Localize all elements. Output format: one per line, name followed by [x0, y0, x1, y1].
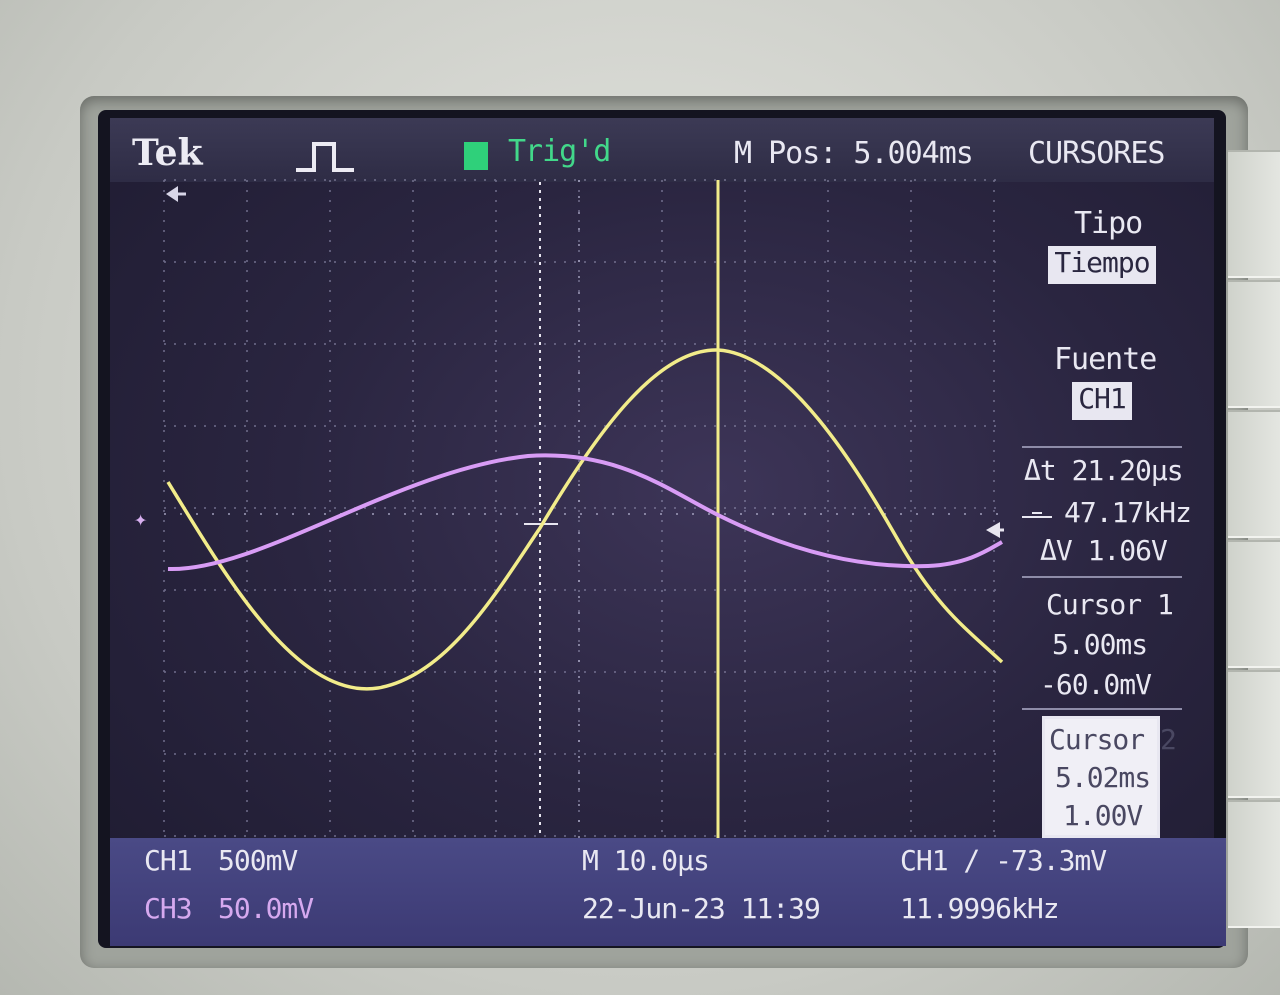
- trigger-frequency: 11.9996kHz: [900, 892, 1060, 925]
- ch1-trace: [166, 348, 1004, 691]
- ch1-scale: 500mV: [218, 844, 298, 877]
- cursor-1-time: 5.00ms: [1052, 628, 1148, 661]
- cursor-1-label: Cursor 1: [1046, 588, 1174, 621]
- menu-divider-3: [1022, 708, 1182, 710]
- side-button-3[interactable]: [1228, 410, 1280, 538]
- side-menu-buttons: [1228, 150, 1280, 980]
- fuente-value-button[interactable]: CH1: [1072, 382, 1132, 420]
- cursor-2-panel[interactable]: Cursor 2 5.02ms 1.00V: [1042, 716, 1177, 838]
- trigger-info: CH1 ∕ -73.3mV: [900, 844, 1107, 877]
- inverse-delta-t-icon: [1020, 502, 1054, 530]
- ch1-label: CH1: [144, 844, 193, 877]
- ch3-label: CH3: [144, 892, 193, 925]
- ch3-scale: 50.0mV: [218, 892, 314, 925]
- menu-title: CURSORES: [1028, 136, 1165, 171]
- datetime: 22-Jun-23 11:39: [582, 892, 821, 925]
- tipo-value-button[interactable]: Tiempo: [1048, 246, 1156, 284]
- delta-t-readout: Δt 21.20µs: [1024, 454, 1184, 487]
- fuente-label: Fuente: [1054, 342, 1157, 377]
- graticule: [163, 179, 998, 840]
- menu-divider-1: [1022, 446, 1182, 448]
- cursor-2-time: 5.02ms: [1055, 761, 1151, 794]
- side-button-6[interactable]: [1228, 800, 1280, 928]
- cursor-2-voltage: 1.00V: [1063, 799, 1143, 832]
- scope-screen: ✦ Tek Trig'd M Pos: 5.004ms CURSORES Tip…: [98, 110, 1226, 948]
- tipo-label: Tipo: [1074, 206, 1143, 241]
- side-button-1[interactable]: [1228, 150, 1280, 278]
- tipo-value: Tiempo: [1054, 246, 1150, 279]
- side-button-5[interactable]: [1228, 670, 1280, 798]
- cursor-2-label: Cursor 2: [1049, 723, 1177, 756]
- inverse-delta-t-readout: 47.17kHz: [1064, 496, 1192, 529]
- timebase: M 10.0µs: [582, 844, 710, 877]
- brand-logo: Tek: [132, 132, 203, 174]
- pulse-icon: [296, 142, 354, 172]
- side-button-4[interactable]: [1228, 540, 1280, 668]
- fuente-value: CH1: [1078, 382, 1127, 415]
- bottom-status-bar: CH1 500mV CH3 50.0mV M 10.0µs 22-Jun-23 …: [110, 838, 1226, 946]
- horizontal-position: M Pos: 5.004ms: [734, 136, 974, 171]
- side-button-2[interactable]: [1228, 280, 1280, 408]
- channel-marker-icon: ✦: [134, 507, 147, 532]
- cursor-1-voltage: -60.0mV: [1040, 668, 1152, 701]
- delta-v-readout: ΔV 1.06V: [1040, 534, 1168, 567]
- ch3-trace: [167, 453, 1003, 572]
- trigger-status: Trig'd: [508, 134, 611, 169]
- trigger-icon: [464, 142, 488, 170]
- menu-divider-2: [1022, 576, 1182, 578]
- center-axis-ticks: [164, 180, 998, 840]
